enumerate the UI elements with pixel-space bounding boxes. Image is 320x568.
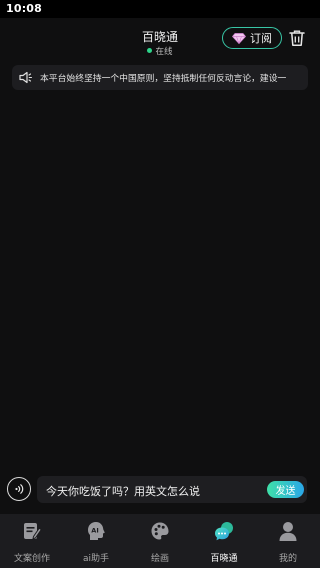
online-status-label: 在线 <box>155 47 173 57</box>
status-time: 10:08 <box>6 2 43 15</box>
tab-label: 绘画 <box>150 554 169 564</box>
edit-icon <box>24 523 42 540</box>
person-icon <box>279 522 297 541</box>
palette-icon <box>151 522 169 540</box>
message-input-text: 今天你吃饭了吗？用英文怎么说 <box>46 485 200 498</box>
ai-head-icon: AI <box>88 522 105 540</box>
tab-label: 我的 <box>278 554 297 564</box>
speaker-icon <box>19 71 33 84</box>
tab-label: ai助手 <box>82 554 110 564</box>
trash-icon[interactable] <box>288 29 306 47</box>
chat-header: 百晓通 在线 订阅 <box>0 18 320 62</box>
send-button[interactable]: 发送 <box>267 481 304 498</box>
subscribe-label: 订阅 <box>250 32 272 45</box>
tab-ai-assistant[interactable]: AI ai助手 <box>64 514 128 568</box>
subscribe-button[interactable]: 订阅 <box>222 27 282 49</box>
announcement-bar[interactable]: 本平台始终坚持一个中国原则，坚持抵制任何反动言论，建设一 <box>12 65 308 90</box>
bottom-tab-bar: 文案创作 AI ai助手 绘画 百晓通 我的 <box>0 514 320 568</box>
diamond-icon <box>232 32 246 44</box>
tab-copywriting[interactable]: 文案创作 <box>0 514 64 568</box>
tab-painting[interactable]: 绘画 <box>128 514 192 568</box>
voice-wave-icon <box>15 484 24 494</box>
announcement-text: 本平台始终坚持一个中国原则，坚持抵制任何反动言论，建设一 <box>40 74 287 84</box>
tab-mine[interactable]: 我的 <box>256 514 320 568</box>
tab-label: 百晓通 <box>210 554 238 564</box>
tab-baixiaotong[interactable]: 百晓通 <box>192 514 256 568</box>
svg-text:AI: AI <box>91 527 98 535</box>
message-input[interactable]: 今天你吃饭了吗？用英文怎么说 发送 <box>37 476 307 503</box>
status-bar: 10:08 <box>0 0 320 18</box>
online-dot-icon <box>147 48 153 53</box>
voice-input-button[interactable] <box>7 477 31 501</box>
message-composer: 今天你吃饭了吗？用英文怎么说 发送 <box>0 472 320 508</box>
tab-label: 文案创作 <box>13 554 50 564</box>
chat-bubbles-icon <box>215 522 233 541</box>
